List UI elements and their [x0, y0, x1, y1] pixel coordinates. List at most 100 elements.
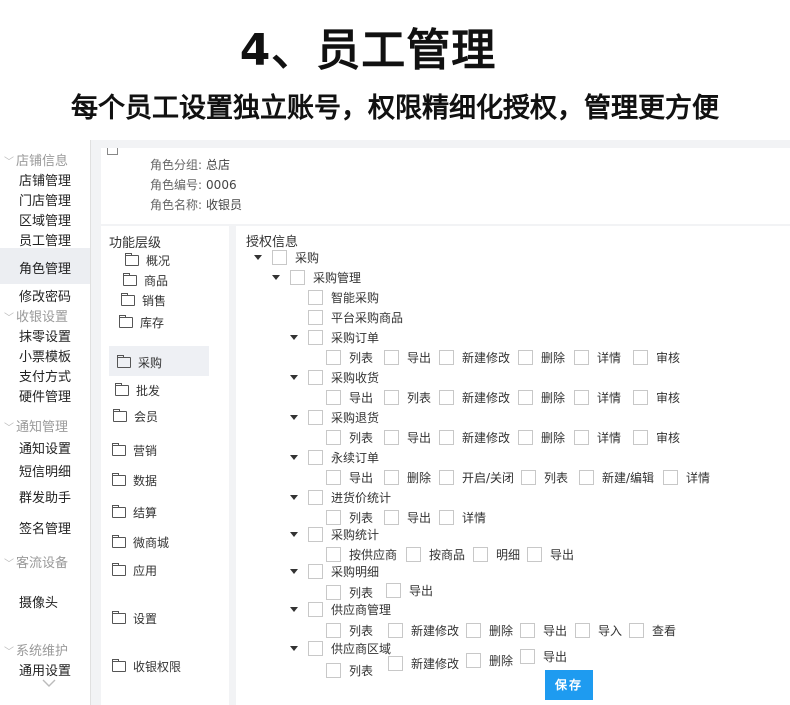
perm-option[interactable]: 导出	[326, 389, 373, 406]
func-item-marketing[interactable]: 营销	[112, 442, 157, 459]
checkbox[interactable]	[663, 470, 678, 485]
checkbox[interactable]	[518, 390, 533, 405]
expand-arrow-icon[interactable]	[272, 275, 280, 280]
expand-arrow-icon[interactable]	[290, 495, 298, 500]
perm-root-row[interactable]: 采购	[272, 249, 319, 266]
func-item-purchase[interactable]: 采购	[117, 354, 162, 371]
func-item-apps[interactable]: 应用	[112, 562, 157, 579]
checkbox[interactable]	[439, 350, 454, 365]
perm-option[interactable]: 删除	[518, 429, 565, 446]
checkbox[interactable]	[384, 350, 399, 365]
sidebar-group-traffic-devices[interactable]: ﹀ 客流设备	[4, 552, 68, 571]
checkbox[interactable]	[384, 430, 399, 445]
checkbox[interactable]	[388, 623, 403, 638]
checkbox[interactable]	[520, 623, 535, 638]
func-item-products[interactable]: 商品	[123, 272, 168, 289]
expand-arrow-icon[interactable]	[290, 415, 298, 420]
sidebar-item-store-manage[interactable]: 店铺管理	[19, 170, 71, 189]
perm-group-row[interactable]: 供应商区域	[308, 640, 391, 657]
checkbox[interactable]	[574, 390, 589, 405]
checkbox[interactable]	[518, 350, 533, 365]
sidebar-item-role-manage[interactable]: 角色管理	[19, 258, 71, 277]
sidebar-item-receipt-template[interactable]: 小票模板	[19, 346, 71, 365]
perm-option[interactable]: 详情	[663, 469, 710, 486]
checkbox[interactable]	[326, 350, 341, 365]
checkbox[interactable]	[579, 470, 594, 485]
perm-group-row[interactable]: 进货价统计	[308, 489, 391, 506]
checkbox[interactable]	[308, 450, 323, 465]
checkbox[interactable]	[326, 547, 341, 562]
perm-group-row[interactable]: 采购统计	[308, 526, 379, 543]
checkbox[interactable]	[326, 585, 341, 600]
sidebar-item-sms-detail[interactable]: 短信明细	[19, 461, 71, 480]
checkbox[interactable]	[290, 270, 305, 285]
checkbox[interactable]	[574, 350, 589, 365]
perm-option[interactable]: 列表	[326, 584, 373, 601]
checkbox[interactable]	[308, 370, 323, 385]
checkbox[interactable]	[326, 623, 341, 638]
checkbox[interactable]	[386, 583, 401, 598]
perm-option[interactable]: 明细	[473, 546, 520, 563]
expand-arrow-icon[interactable]	[290, 532, 298, 537]
expand-arrow-icon[interactable]	[290, 569, 298, 574]
perm-option[interactable]: 新建修改	[388, 655, 459, 672]
perm-option[interactable]: 新建/编辑	[579, 469, 654, 486]
checkbox[interactable]	[326, 390, 341, 405]
checkbox[interactable]	[633, 390, 648, 405]
checkbox[interactable]	[473, 547, 488, 562]
func-item-cashier-permissions[interactable]: 收银权限	[112, 658, 181, 675]
checkbox[interactable]	[308, 564, 323, 579]
scroll-down-chevron-icon[interactable]	[42, 676, 56, 690]
perm-option[interactable]: 新建修改	[439, 429, 510, 446]
checkbox[interactable]	[388, 656, 403, 671]
perm-option[interactable]: 导出	[384, 349, 431, 366]
perm-option[interactable]: 导出	[520, 622, 567, 639]
checkbox[interactable]	[384, 390, 399, 405]
perm-option[interactable]: 详情	[439, 509, 486, 526]
perm-option[interactable]: 列表	[326, 429, 373, 446]
func-item-wholesale[interactable]: 批发	[115, 382, 160, 399]
perm-option[interactable]: 导出	[326, 469, 373, 486]
checkbox[interactable]	[308, 641, 323, 656]
sidebar-item-rounding[interactable]: 抹零设置	[19, 326, 71, 345]
checkbox[interactable]	[308, 310, 323, 325]
checkbox[interactable]	[308, 410, 323, 425]
perm-group-row[interactable]: 采购收货	[308, 369, 379, 386]
sidebar-item-camera[interactable]: 摄像头	[19, 592, 58, 611]
checkbox[interactable]	[326, 470, 341, 485]
checkbox[interactable]	[384, 470, 399, 485]
perm-option[interactable]: 列表	[384, 389, 431, 406]
expand-arrow-icon[interactable]	[254, 255, 262, 260]
expand-arrow-icon[interactable]	[290, 455, 298, 460]
func-item-sales[interactable]: 销售	[121, 292, 166, 309]
func-item-settings[interactable]: 设置	[112, 610, 157, 627]
perm-option[interactable]: 新建修改	[388, 622, 459, 639]
sidebar-group-system[interactable]: ﹀ 系统维护	[4, 640, 68, 659]
perm-group-row[interactable]: 供应商管理	[308, 601, 391, 618]
perm-option[interactable]: 列表	[326, 349, 373, 366]
perm-module-row[interactable]: 采购管理	[290, 269, 361, 286]
checkbox[interactable]	[308, 490, 323, 505]
expand-arrow-icon[interactable]	[290, 375, 298, 380]
perm-leaf-row[interactable]: 智能采购	[308, 289, 379, 306]
func-item-data[interactable]: 数据	[112, 472, 157, 489]
sidebar-item-payment-methods[interactable]: 支付方式	[19, 366, 71, 385]
checkbox[interactable]	[574, 430, 589, 445]
perm-option[interactable]: 按供应商	[326, 546, 397, 563]
perm-group-row[interactable]: 采购订单	[308, 329, 379, 346]
checkbox[interactable]	[308, 330, 323, 345]
expand-arrow-icon[interactable]	[290, 646, 298, 651]
checkbox[interactable]	[633, 430, 648, 445]
perm-option[interactable]: 详情	[574, 349, 621, 366]
sidebar-group-store-info[interactable]: ﹀ 店铺信息	[4, 150, 68, 169]
func-item-inventory[interactable]: 库存	[119, 314, 164, 331]
sidebar-item-hardware[interactable]: 硬件管理	[19, 386, 71, 405]
checkbox[interactable]	[326, 510, 341, 525]
sidebar-item-signature[interactable]: 签名管理	[19, 518, 71, 537]
perm-option[interactable]: 列表	[326, 622, 373, 639]
checkbox[interactable]	[466, 653, 481, 668]
perm-option[interactable]: 查看	[629, 622, 676, 639]
perm-option[interactable]: 审核	[633, 389, 680, 406]
checkbox[interactable]	[633, 350, 648, 365]
perm-option[interactable]: 列表	[326, 509, 373, 526]
